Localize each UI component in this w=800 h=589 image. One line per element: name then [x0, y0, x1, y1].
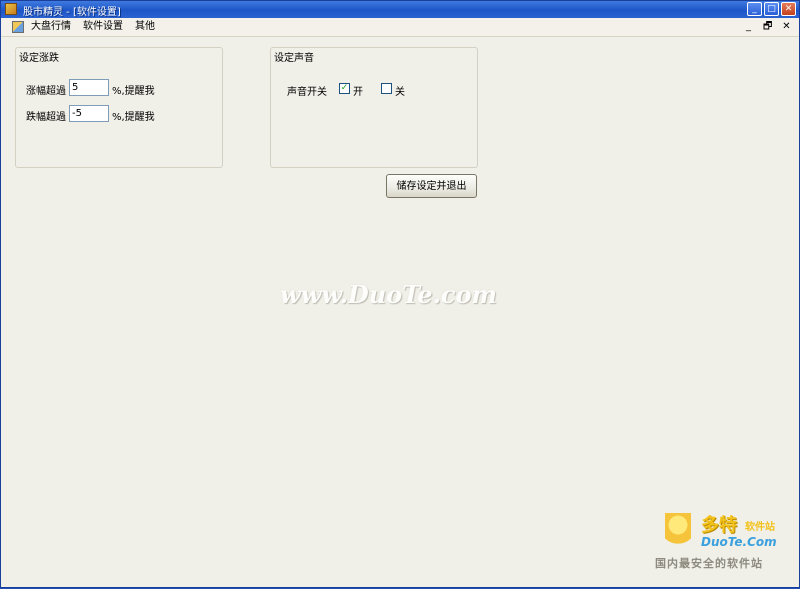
watermark-text: www.DuoTe.com [280, 280, 497, 309]
maximize-button[interactable]: □ [764, 2, 779, 16]
sound-switch-label: 声音开关 [287, 87, 327, 98]
fall-threshold-label: 跌幅超過 [26, 112, 66, 123]
logo-slogan-text: 国内最安全的软件站 [655, 557, 763, 570]
sound-off-label[interactable]: 关 [395, 83, 405, 98]
app-icon [5, 3, 17, 15]
rise-threshold-label: 涨幅超過 [26, 86, 66, 97]
caption-buttons: _ □ ✕ [747, 2, 796, 16]
mdi-restore-button[interactable]: 🗗 [763, 20, 772, 33]
logo-brand-text: DuoTe.Com [701, 535, 777, 549]
logo-big-text: 多特 [701, 515, 737, 536]
fall-threshold-input[interactable] [69, 105, 109, 122]
rise-threshold-input[interactable] [69, 79, 109, 96]
mascot-icon [665, 513, 691, 553]
mdi-close-button[interactable]: ✕ [782, 20, 791, 33]
menu-item-settings[interactable]: 软件设置 [83, 20, 123, 33]
title-bar[interactable]: 股市精灵 - [软件设置] _ □ ✕ [1, 1, 799, 18]
fall-threshold-suffix: %,提醒我 [112, 112, 155, 123]
menu-bar: 大盘行情 软件设置 其他 _ 🗗 ✕ [1, 18, 799, 37]
menu-item-market[interactable]: 大盘行情 [31, 20, 71, 33]
rise-fall-groupbox: 设定涨跌 涨幅超過 %,提醒我 跌幅超過 %,提醒我 [15, 47, 223, 168]
save-and-exit-button[interactable]: 储存设定并退出 [386, 174, 477, 198]
window-title: 股市精灵 - [软件设置] [23, 7, 121, 18]
rise-threshold-suffix: %,提醒我 [112, 86, 155, 97]
menu-items: 大盘行情 软件设置 其他 [31, 20, 155, 33]
sound-groupbox: 设定声音 声音开关 ✓ 开 关 [270, 47, 478, 168]
mdi-controls: _ 🗗 ✕ [744, 20, 791, 33]
logo-small-text: 软件站 [745, 522, 775, 533]
mdi-minimize-button[interactable]: _ [744, 20, 753, 33]
rise-fall-group-title: 设定涨跌 [19, 53, 59, 64]
mdi-child-icon[interactable] [12, 21, 24, 33]
sound-on-checkbox[interactable]: ✓ [339, 83, 350, 94]
sound-off-checkbox[interactable] [381, 83, 392, 94]
sound-on-label[interactable]: 开 [353, 83, 363, 98]
sound-group-title: 设定声音 [274, 53, 314, 64]
menu-item-other[interactable]: 其他 [135, 20, 155, 33]
close-button[interactable]: ✕ [781, 2, 796, 16]
minimize-button[interactable]: _ [747, 2, 762, 16]
corner-logo: 多特 软件站 DuoTe.Com 国内最安全的软件站 [653, 509, 800, 589]
main-window: 股市精灵 - [软件设置] _ □ ✕ 大盘行情 软件设置 其他 _ 🗗 ✕ 设… [0, 0, 800, 588]
